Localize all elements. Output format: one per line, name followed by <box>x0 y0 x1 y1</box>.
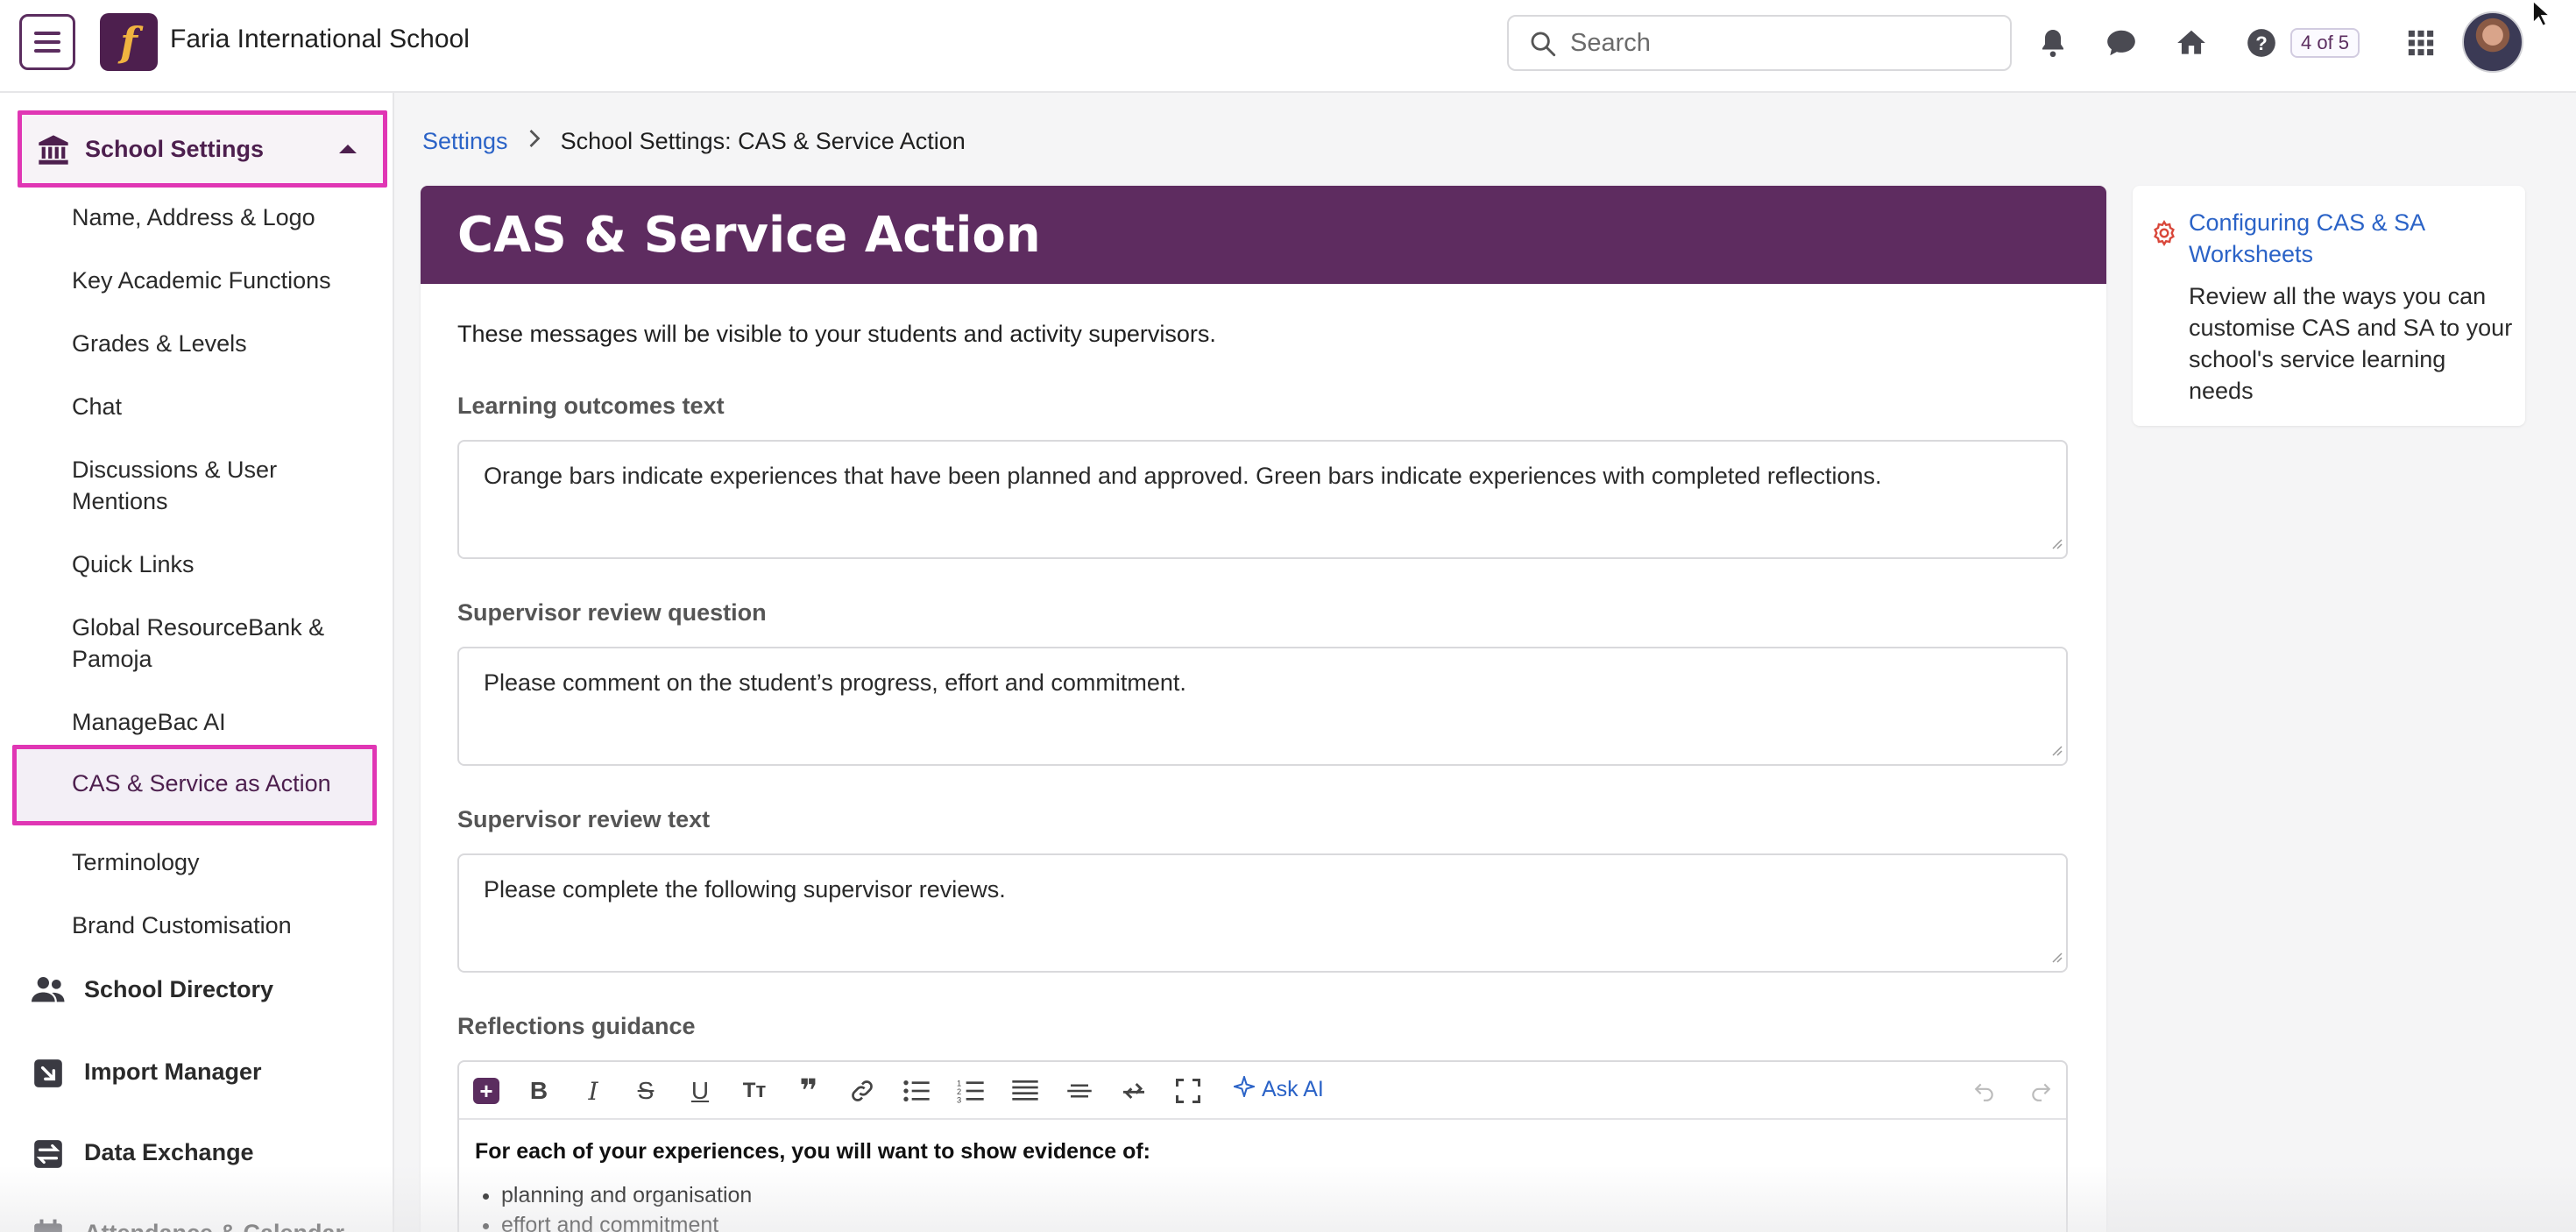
horizontal-rule-icon[interactable] <box>1064 1076 1095 1106</box>
sidebar-item-grades-levels[interactable]: Grades & Levels <box>72 328 352 359</box>
sidebar-item-managebac-ai[interactable]: ManageBac AI <box>72 706 352 738</box>
ask-ai-label: Ask AI <box>1262 1077 1324 1101</box>
textarea-value: Please complete the following supervisor… <box>484 876 1006 903</box>
sidebar-item-global-resourcebank[interactable]: Global ResourceBank & Pamoja <box>72 612 352 675</box>
sidebar-main-label: Import Manager <box>84 1059 262 1085</box>
school-name: Faria International School <box>170 25 470 53</box>
breadcrumb: Settings School Settings: CAS & Service … <box>422 128 966 155</box>
blockquote-icon[interactable]: ❞ <box>794 1073 824 1108</box>
numbered-list-icon[interactable]: 123 <box>955 1076 987 1106</box>
chevron-up-icon <box>339 145 357 153</box>
fullscreen-icon[interactable] <box>1172 1076 1204 1106</box>
calendar-icon <box>32 1218 65 1232</box>
user-avatar[interactable] <box>2462 11 2523 73</box>
search-box[interactable] <box>1507 15 2012 71</box>
sidebar-section-label: School Settings <box>85 136 265 162</box>
sidebar-main-label: School Directory <box>84 976 274 1002</box>
sidebar-item-data-exchange[interactable]: Data Exchange <box>32 1132 382 1176</box>
breadcrumb-current: School Settings: CAS & Service Action <box>560 128 966 154</box>
link-icon[interactable] <box>846 1076 878 1106</box>
resize-grip-icon[interactable] <box>2049 535 2063 554</box>
sidebar-item-attendance-calendar[interactable]: Attendance & Calendar <box>32 1213 382 1232</box>
list-item: effort and commitment <box>501 1210 1150 1232</box>
help-icon[interactable]: ? <box>2243 25 2280 61</box>
progress-counter-badge[interactable]: 4 of 5 <box>2290 28 2360 58</box>
reflections-rich-text-editor[interactable]: + B I S U Tт ❞ 123 Ask AI For each of yo… <box>457 1060 2068 1232</box>
sidebar-item-school-directory[interactable]: School Directory <box>32 969 382 1013</box>
sidebar-item-chat[interactable]: Chat <box>72 391 352 422</box>
breadcrumb-settings-link[interactable]: Settings <box>422 128 508 155</box>
ask-ai-button[interactable]: Ask AI <box>1231 1073 1324 1103</box>
top-bar: f Faria International School ? 4 of 5 <box>0 0 2576 93</box>
help-article-link[interactable]: Configuring CAS & SA Worksheets <box>2189 207 2504 270</box>
home-icon[interactable] <box>2173 25 2210 61</box>
intro-text: These messages will be visible to your s… <box>457 321 1216 347</box>
resize-grip-icon[interactable] <box>2049 742 2063 761</box>
format-transform-icon[interactable] <box>1118 1076 1150 1106</box>
hamburger-menu-button[interactable] <box>19 14 75 70</box>
sidebar-item-discussions[interactable]: Discussions & User Mentions <box>72 454 352 517</box>
hamburger-icon <box>34 26 60 58</box>
chat-icon[interactable] <box>2103 25 2140 61</box>
import-icon <box>32 1057 65 1094</box>
bold-icon[interactable]: B <box>524 1076 554 1106</box>
chevron-right-icon <box>527 128 541 155</box>
editor-toolbar: + B I S U Tт ❞ 123 Ask AI <box>459 1062 2066 1120</box>
editor-content[interactable]: For each of your experiences, you will w… <box>475 1139 1150 1232</box>
reflections-guidance-label: Reflections guidance <box>457 1013 696 1039</box>
svg-text:?: ? <box>2255 32 2268 54</box>
learning-outcomes-textarea[interactable]: Orange bars indicate experiences that ha… <box>457 440 2068 559</box>
align-icon[interactable] <box>1009 1076 1041 1106</box>
editor-bullet-list: planning and organisation effort and com… <box>475 1180 1150 1232</box>
sparkle-icon <box>1231 1073 1257 1103</box>
help-card: Configuring CAS & SA Worksheets Review a… <box>2133 186 2525 426</box>
bank-icon <box>36 132 71 172</box>
search-input[interactable] <box>1570 25 1991 60</box>
sidebar-item-import-manager[interactable]: Import Manager <box>32 1051 382 1095</box>
supervisor-review-text-textarea[interactable]: Please complete the following supervisor… <box>457 853 2068 973</box>
people-icon <box>32 974 67 1010</box>
help-description: Review all the ways you can customise CA… <box>2189 283 2513 404</box>
sidebar-item-label: CAS & Service as Action <box>72 770 331 797</box>
learning-outcomes-label: Learning outcomes text <box>457 393 725 419</box>
supervisor-review-question-textarea[interactable]: Please comment on the student’s progress… <box>457 647 2068 766</box>
sidebar: School Settings Name, Address & Logo Key… <box>0 93 394 1232</box>
redo-icon[interactable] <box>2028 1076 2054 1106</box>
undo-icon[interactable] <box>1971 1076 1998 1106</box>
textarea-value: Please comment on the student’s progress… <box>484 669 1186 696</box>
italic-icon[interactable]: I <box>578 1076 608 1106</box>
school-logo[interactable]: f <box>100 13 158 71</box>
sidebar-main-label: Data Exchange <box>84 1139 254 1165</box>
gear-icon <box>2150 219 2178 251</box>
underline-icon[interactable]: U <box>685 1076 715 1106</box>
settings-card: CAS & Service Action These messages will… <box>421 186 2106 1232</box>
sidebar-item-terminology[interactable]: Terminology <box>72 846 352 878</box>
sidebar-item-key-academic-functions[interactable]: Key Academic Functions <box>72 265 352 296</box>
strikethrough-icon[interactable]: S <box>631 1076 661 1106</box>
text-size-icon[interactable]: Tт <box>738 1076 771 1106</box>
resize-grip-icon[interactable] <box>2049 949 2063 967</box>
sidebar-item-brand-customisation[interactable]: Brand Customisation <box>72 910 352 941</box>
search-icon <box>1528 29 1558 63</box>
svg-text:3: 3 <box>957 1095 961 1104</box>
page-title: CAS & Service Action <box>457 207 1041 264</box>
sidebar-item-name-address-logo[interactable]: Name, Address & Logo <box>72 202 352 233</box>
supervisor-review-question-label: Supervisor review question <box>457 599 767 626</box>
supervisor-review-text-label: Supervisor review text <box>457 806 711 832</box>
insert-plus-icon[interactable]: + <box>473 1078 499 1104</box>
data-exchange-icon <box>32 1137 65 1175</box>
sidebar-item-quick-links[interactable]: Quick Links <box>72 549 352 580</box>
sidebar-item-cas-service-action[interactable]: CAS & Service as Action <box>12 745 377 825</box>
textarea-value: Orange bars indicate experiences that ha… <box>484 463 1882 489</box>
sidebar-main-label: Attendance & Calendar <box>84 1220 344 1232</box>
list-item: planning and organisation <box>501 1180 1150 1210</box>
mouse-cursor-icon <box>2530 0 2553 32</box>
bell-icon[interactable] <box>2035 25 2071 61</box>
editor-heading-text: For each of your experiences, you will w… <box>475 1139 1151 1164</box>
sidebar-section-school-settings[interactable]: School Settings <box>18 110 387 188</box>
apps-grid-icon[interactable] <box>2403 25 2439 61</box>
bullet-list-icon[interactable] <box>901 1076 932 1106</box>
card-header: CAS & Service Action <box>421 186 2106 284</box>
